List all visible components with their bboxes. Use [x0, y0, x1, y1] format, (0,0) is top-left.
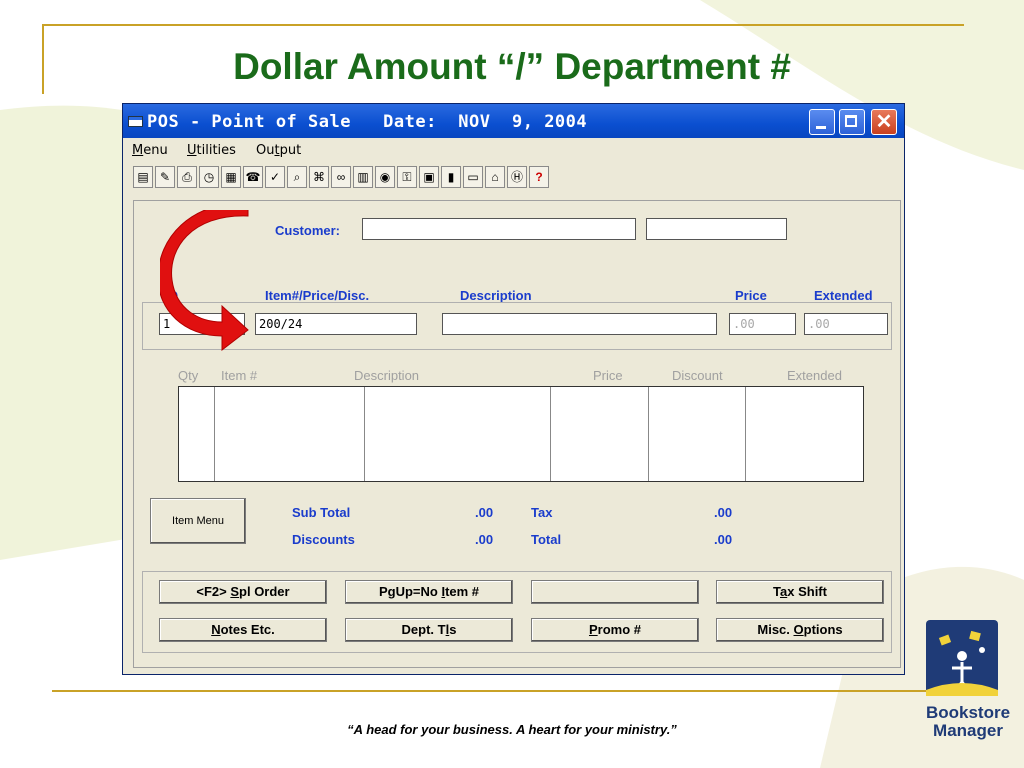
maximize-button[interactable]	[839, 109, 865, 135]
grid-divider	[745, 387, 746, 481]
barcode-icon[interactable]: ▥	[353, 166, 373, 188]
calculator-icon[interactable]: ▦	[221, 166, 241, 188]
menu-utilities[interactable]: Utilities	[187, 143, 236, 158]
help-icon[interactable]: ?	[529, 166, 549, 188]
window-icon[interactable]	[128, 116, 143, 127]
line-items-grid[interactable]	[178, 386, 864, 482]
logo-emblem	[926, 620, 998, 696]
window-title: POS - Point of Sale Date: NOV 9, 2004	[147, 112, 588, 132]
description-field[interactable]	[442, 313, 717, 335]
spell-check-icon[interactable]: ✓	[265, 166, 285, 188]
subtotal-label: Sub Total	[292, 505, 351, 520]
bookstore-manager-logo: Bookstore Manager	[918, 620, 1018, 750]
close-icon: ✕	[875, 111, 893, 133]
extended-label: Extended	[814, 288, 873, 303]
grid-divider	[364, 387, 365, 481]
tax-shift-button[interactable]: Tax Shift	[716, 580, 884, 604]
phone-icon[interactable]: ☎	[243, 166, 263, 188]
target-icon[interactable]: ◉	[375, 166, 395, 188]
slide-title: Dollar Amount “/” Department #	[233, 46, 791, 87]
minimize-button[interactable]	[809, 109, 835, 135]
cash-drawer-icon[interactable]: ▣	[419, 166, 439, 188]
grid-header-extended: Extended	[787, 368, 842, 383]
red-arrow-annotation	[160, 210, 249, 352]
monitor-icon[interactable]: ▭	[463, 166, 483, 188]
edit-icon[interactable]: ✎	[155, 166, 175, 188]
no-item-number-button[interactable]: PgUp=No Item #	[345, 580, 513, 604]
discounts-label: Discounts	[292, 532, 355, 547]
grid-header-item: Item #	[221, 368, 258, 383]
glasses-icon[interactable]: ∞	[331, 166, 351, 188]
subtotal-value: .00	[475, 505, 494, 520]
price-field[interactable]: .00	[729, 313, 796, 335]
dept-totals-button[interactable]: Dept. Tls	[345, 618, 513, 642]
description-label: Description	[460, 288, 532, 303]
customer-code-field[interactable]	[646, 218, 787, 240]
customer-field[interactable]	[362, 218, 636, 240]
total-value: .00	[714, 532, 733, 547]
grid-divider	[214, 387, 215, 481]
grid-header-qty: Qty	[178, 368, 199, 383]
bottom-rule	[52, 690, 964, 692]
grid-divider	[648, 387, 649, 481]
print-icon[interactable]: ⎙	[177, 166, 197, 188]
blank-button[interactable]	[531, 580, 699, 604]
total-label: Total	[531, 532, 562, 547]
top-rule	[42, 24, 964, 26]
tagline: “A head for your business. A heart for y…	[347, 722, 677, 737]
tax-label: Tax	[531, 505, 553, 520]
extended-field[interactable]: .00	[804, 313, 888, 335]
misc-options-button[interactable]: Misc. Options	[716, 618, 884, 642]
item-price-disc-label: Item#/Price/Disc.	[265, 288, 370, 303]
special-order-button[interactable]: <F2> Spl Order	[159, 580, 327, 604]
logo-figure-icon	[926, 630, 998, 696]
grid-divider	[550, 387, 551, 481]
tax-value: .00	[714, 505, 733, 520]
close-button[interactable]: ✕	[871, 109, 897, 135]
tag-icon[interactable]: ⌂	[485, 166, 505, 188]
discounts-value: .00	[475, 532, 494, 547]
register-icon[interactable]: ▤	[133, 166, 153, 188]
network-icon[interactable]: ⌘	[309, 166, 329, 188]
price-label: Price	[735, 288, 767, 303]
menu-output[interactable]: Output	[256, 143, 301, 158]
menu-menu[interactable]: Menu	[132, 143, 168, 158]
promo-button[interactable]: Promo #	[531, 618, 699, 642]
notes-button[interactable]: Notes Etc.	[159, 618, 327, 642]
item-menu-button[interactable]: Item Menu	[150, 498, 246, 544]
grid-header-price: Price	[593, 368, 623, 383]
chart-icon[interactable]: ▮	[441, 166, 461, 188]
lock-icon[interactable]: ⚿	[397, 166, 417, 188]
title-bar[interactable]: POS - Point of Sale Date: NOV 9, 2004 ✕	[123, 104, 904, 138]
grid-header-discount: Discount	[672, 368, 723, 383]
clock-icon[interactable]: ◷	[199, 166, 219, 188]
hold-icon[interactable]: Ⓗ	[507, 166, 527, 188]
menu-bar: Menu Utilities Output	[123, 140, 904, 162]
grid-header-description: Description	[354, 368, 420, 383]
customer-label: Customer:	[275, 223, 341, 238]
binoculars-icon[interactable]: ⌕	[287, 166, 307, 188]
logo-text: Bookstore Manager	[925, 703, 1011, 740]
